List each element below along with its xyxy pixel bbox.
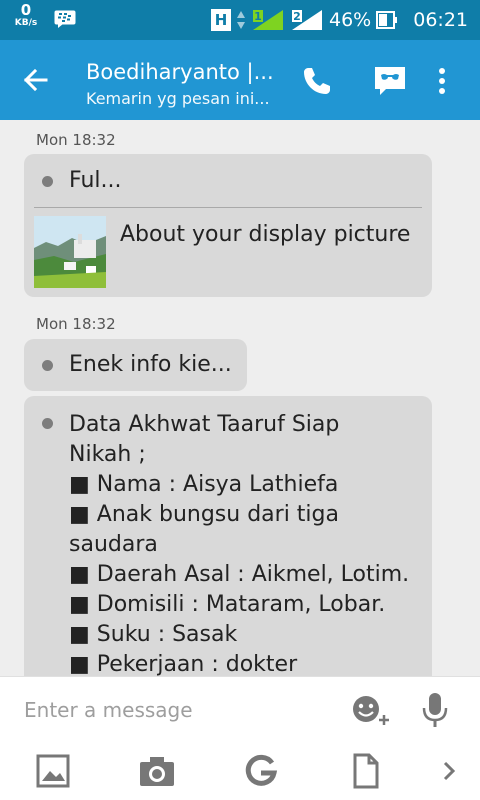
message-line: ■ Anak bungsu dari tiga xyxy=(69,502,339,527)
message-text: Enek info kie... xyxy=(69,352,232,377)
google-icon[interactable] xyxy=(244,753,278,789)
data-activity-icon xyxy=(237,11,245,29)
network-speed-unit: KB/s xyxy=(14,18,38,28)
bullet-dot xyxy=(42,360,53,371)
message-line: ■ Pekerjaan : dokter xyxy=(69,652,298,676)
message-timestamp: Mon 18:32 xyxy=(36,315,116,333)
phone-icon[interactable] xyxy=(300,64,334,98)
message-text: Ful... xyxy=(69,168,122,193)
emoji-add-icon[interactable] xyxy=(350,693,392,727)
bubble-divider xyxy=(34,207,422,208)
sim2-label: 2 xyxy=(293,10,301,23)
message-multiline-text: Data Akhwat Taaruf Siap Nikah ; ■ Nama :… xyxy=(69,410,409,676)
back-arrow-icon[interactable] xyxy=(18,62,54,98)
bullet-dot xyxy=(42,176,53,187)
display-picture-thumbnail[interactable] xyxy=(34,216,106,288)
network-speed-value: 0 xyxy=(20,1,32,19)
sim2-signal-icon: 2 xyxy=(292,10,322,30)
message-timestamp: Mon 18:32 xyxy=(36,131,116,149)
microphone-icon[interactable] xyxy=(420,691,450,729)
message-line: ■ Domisili : Mataram, Lobar. xyxy=(69,592,386,617)
more-menu-icon[interactable] xyxy=(432,64,452,98)
message-list[interactable]: Mon 18:32 Ful... About your display pict… xyxy=(0,120,480,676)
network-speed: 0 KB/s xyxy=(10,3,42,28)
chat-header: Boediharyanto |... Kemarin yg pesan ini.… xyxy=(0,40,480,120)
message-line: ■ Daerah Asal : Aikmel, Lotim. xyxy=(69,562,410,587)
message-bubble[interactable]: Enek info kie... xyxy=(24,339,247,391)
chat-title-area[interactable]: Boediharyanto |... Kemarin yg pesan ini.… xyxy=(86,60,286,108)
camera-icon[interactable] xyxy=(138,753,176,789)
status-bar: 0 KB/s H 1 2 46% 06:21 xyxy=(0,0,480,40)
document-icon[interactable] xyxy=(352,753,380,789)
message-line: ■ Suku : Sasak xyxy=(69,622,238,647)
sim1-label: 1 xyxy=(254,10,262,23)
network-type-icon: H xyxy=(211,9,231,31)
message-line: Nikah ; xyxy=(69,442,146,467)
bbm-video-icon[interactable] xyxy=(372,64,408,98)
clock: 06:21 xyxy=(413,9,468,31)
composer: Enter a message xyxy=(0,676,480,800)
message-bubble[interactable]: Data Akhwat Taaruf Siap Nikah ; ■ Nama :… xyxy=(24,396,432,676)
message-bubble-with-attachment[interactable]: Ful... About your display picture xyxy=(24,154,432,297)
chevron-right-icon[interactable] xyxy=(440,753,460,789)
bullet-dot xyxy=(42,418,53,429)
picture-icon[interactable] xyxy=(36,753,70,789)
message-line: Data Akhwat Taaruf Siap xyxy=(69,412,340,437)
bbm-notification-icon xyxy=(54,10,76,28)
attachment-caption: About your display picture xyxy=(120,222,411,247)
message-input[interactable]: Enter a message xyxy=(24,698,193,722)
message-line: saudara xyxy=(69,532,158,557)
battery-icon xyxy=(376,11,398,29)
message-line: ■ Nama : Aisya Lathiefa xyxy=(69,472,339,497)
battery-percent: 46% xyxy=(329,9,372,31)
contact-name: Boediharyanto |... xyxy=(86,60,274,84)
contact-status: Kemarin yg pesan ini... xyxy=(86,89,270,108)
sim1-signal-icon: 1 xyxy=(253,10,283,30)
